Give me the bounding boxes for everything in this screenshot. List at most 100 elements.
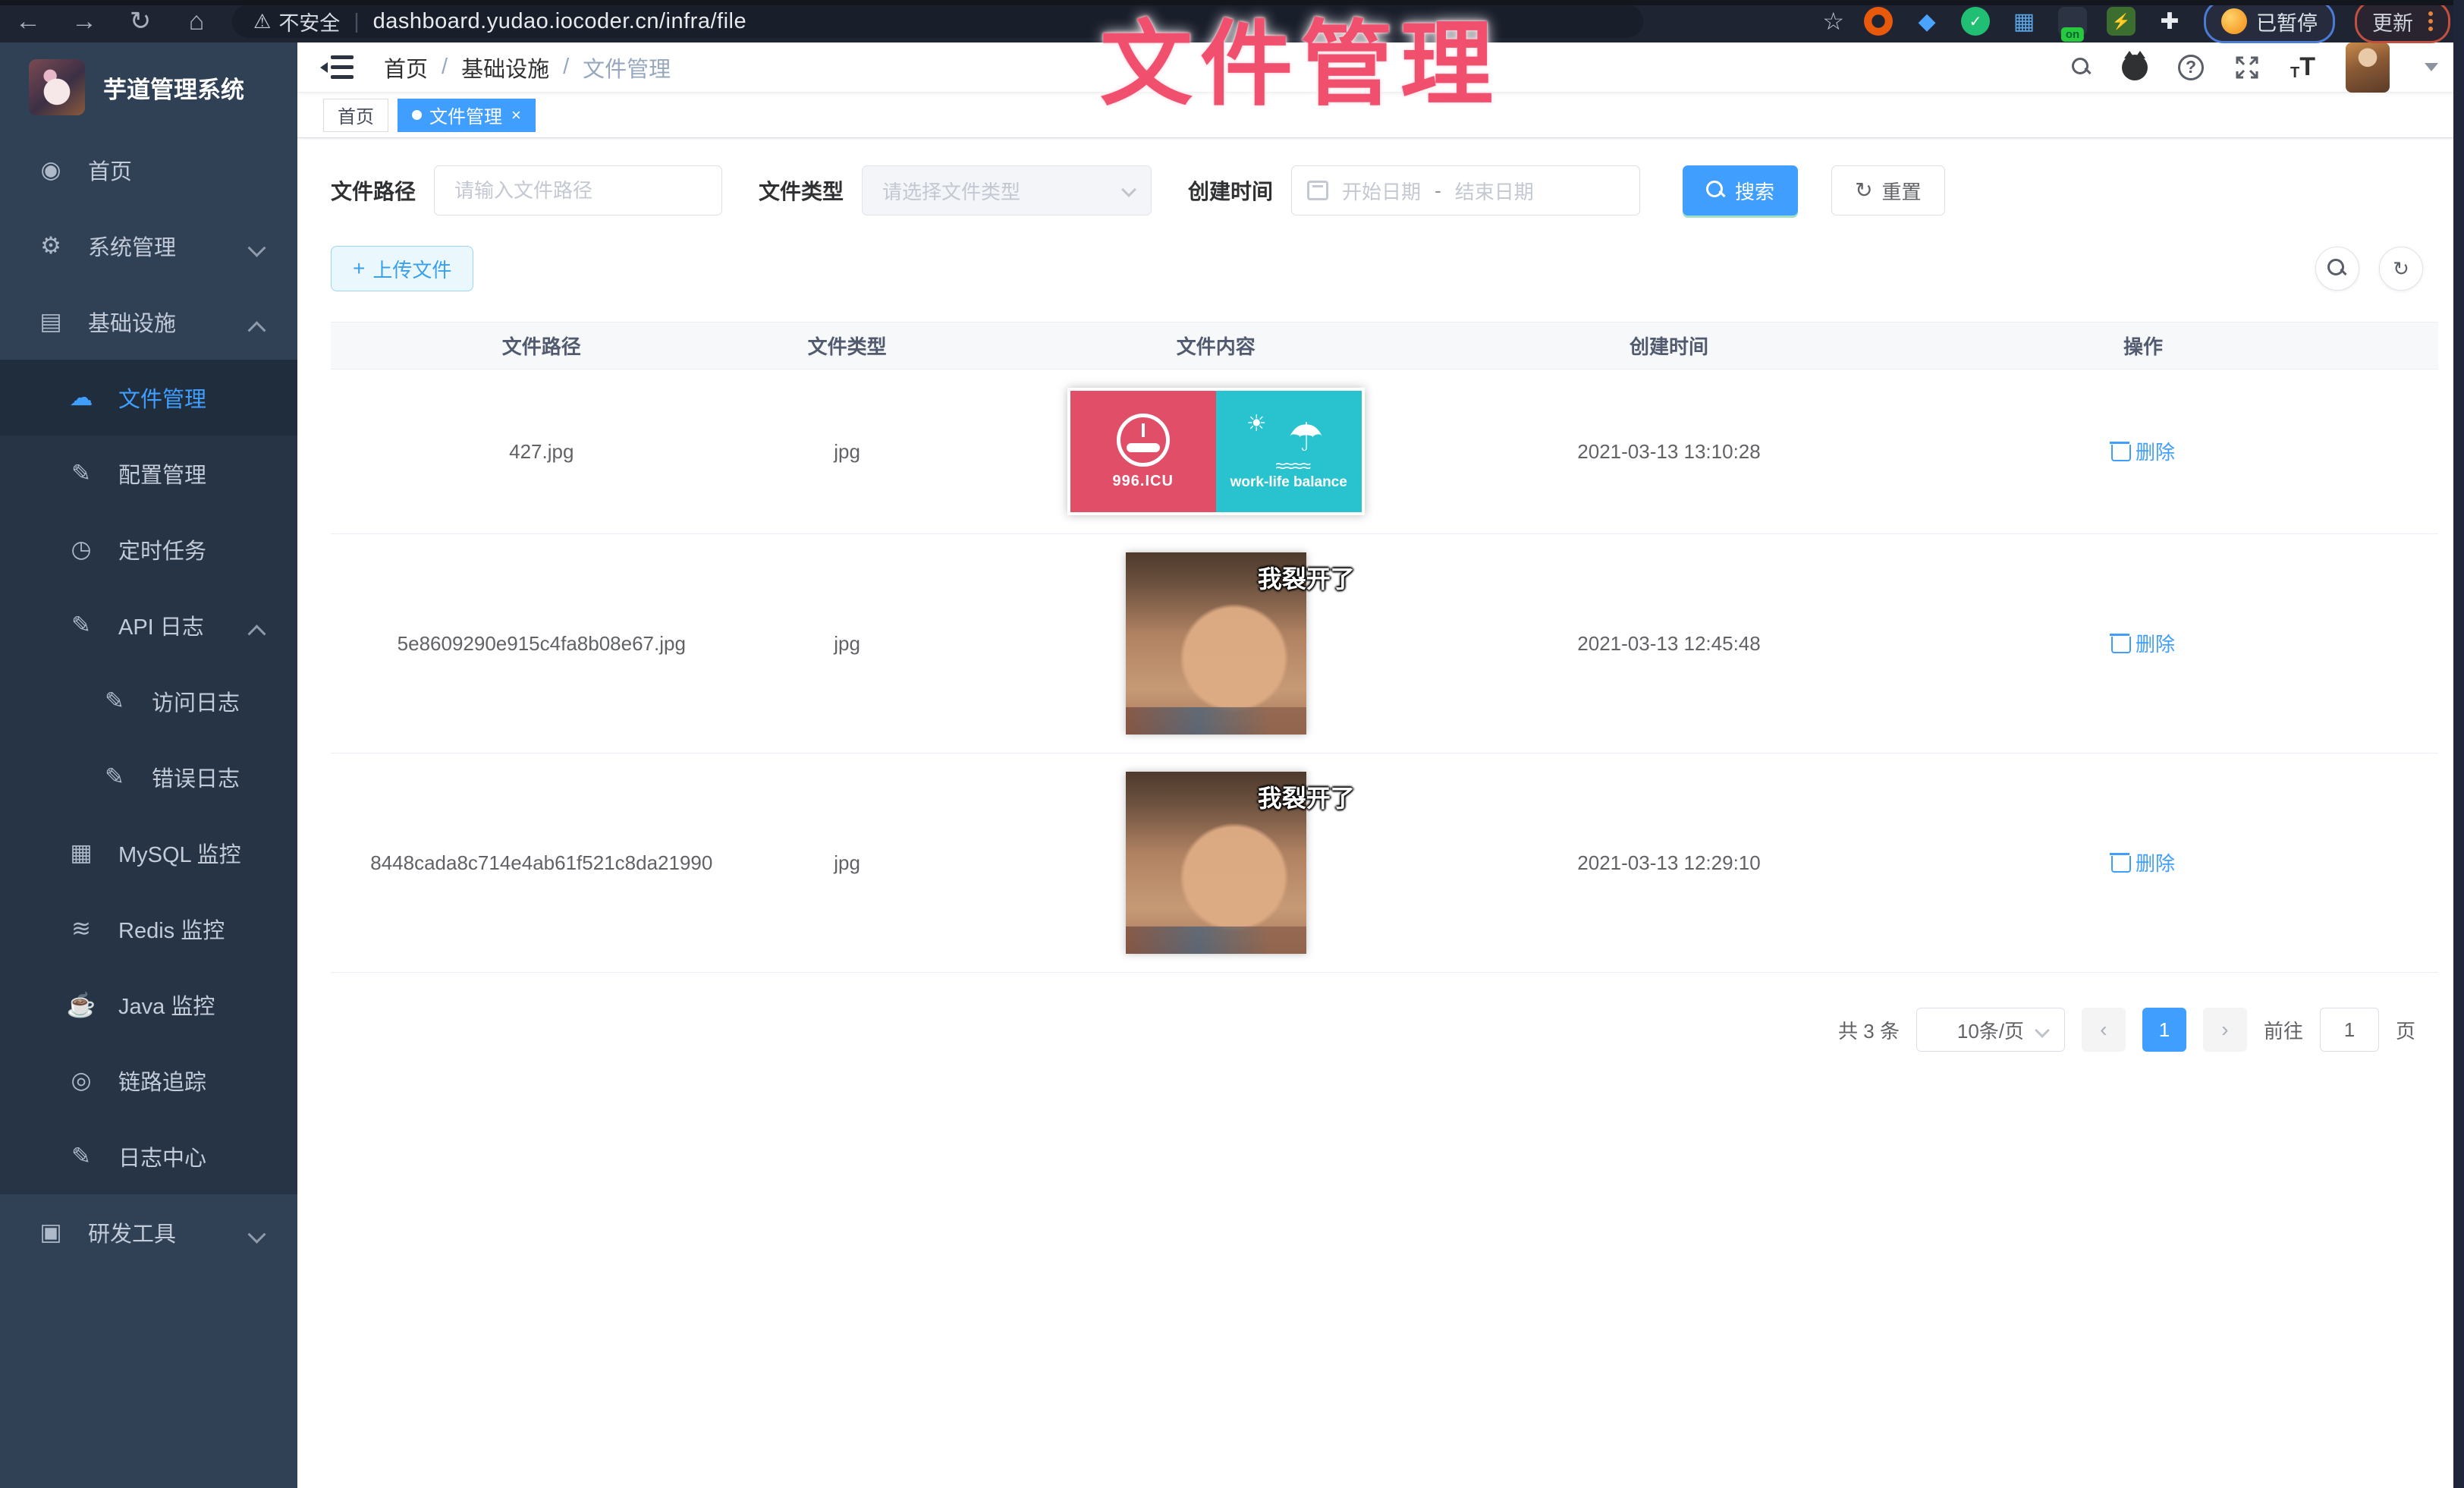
browser-home-icon[interactable]: ⌂ bbox=[168, 7, 225, 36]
user-menu-caret-icon[interactable] bbox=[2425, 63, 2438, 71]
file-path-cell: 5e8609290e915c4fa8b08e67.jpg bbox=[331, 632, 753, 656]
sidebar-item[interactable]: ⚙ 系统管理 bbox=[0, 208, 297, 284]
chevron-down-icon bbox=[1121, 182, 1136, 197]
delete-button[interactable]: 删除 bbox=[2111, 848, 2175, 876]
browser-actions: ☆ ◆ ✓ ▦ on ⚡ ✚ 已暂停 更新 bbox=[1822, 0, 2464, 43]
sidebar-item[interactable]: ◷ 定时任务 bbox=[0, 511, 297, 587]
sun-icon: ☀ bbox=[1246, 411, 1267, 437]
end-date-placeholder: 结束日期 bbox=[1455, 177, 1534, 205]
extension-orange-icon[interactable] bbox=[1864, 7, 1893, 36]
extension-gem-icon[interactable]: ◆ bbox=[1912, 7, 1941, 36]
reset-button[interactable]: ↻ 重置 bbox=[1831, 165, 1944, 215]
sidebar-item[interactable]: ✎ 访问日志 bbox=[0, 663, 297, 739]
sidebar-item[interactable]: ▣ 研发工具 bbox=[0, 1194, 297, 1270]
file-type-select[interactable]: 请选择文件类型 bbox=[862, 165, 1152, 215]
chevron-icon bbox=[250, 322, 262, 334]
page-size-select[interactable]: 10条/页 bbox=[1916, 1008, 2065, 1052]
active-tag-dot bbox=[412, 110, 422, 120]
help-icon[interactable]: ? bbox=[2178, 55, 2204, 80]
file-path-input[interactable] bbox=[434, 165, 722, 215]
996icu-banner-image[interactable]: 996.ICU ☀ ☂ ≈≈≈≈ w bbox=[1067, 388, 1365, 515]
profile-chip[interactable]: 已暂停 bbox=[2204, 0, 2335, 43]
crying-baby-meme-image[interactable]: 我裂开了 bbox=[1126, 552, 1306, 735]
trace-icon: ◎ bbox=[64, 1067, 99, 1094]
extension-switch-icon[interactable]: on bbox=[2058, 7, 2087, 36]
extensions-puzzle-icon[interactable]: ✚ bbox=[2155, 7, 2184, 36]
sidebar-item[interactable]: ◎ 链路追踪 bbox=[0, 1043, 297, 1118]
delete-label: 删除 bbox=[2136, 437, 2175, 465]
banner-left-text: 996.ICU bbox=[1113, 473, 1174, 490]
crying-baby-meme-image[interactable]: 我裂开了 bbox=[1126, 772, 1306, 954]
sidebar-item[interactable]: ▤ 基础设施 bbox=[0, 284, 297, 360]
sidebar-item[interactable]: ≋ Redis 监控 bbox=[0, 891, 297, 967]
font-size-icon[interactable]: TT bbox=[2290, 52, 2315, 82]
page-url[interactable]: dashboard.yudao.iocoder.cn/infra/file bbox=[373, 9, 746, 34]
toggle-search-button[interactable] bbox=[2315, 247, 2359, 291]
sidebar-item[interactable]: ☁ 文件管理 bbox=[0, 360, 297, 436]
tag-close-icon[interactable]: × bbox=[511, 105, 521, 125]
fullscreen-icon[interactable] bbox=[2234, 55, 2260, 80]
sidebar-item[interactable]: ✎ 日志中心 bbox=[0, 1118, 297, 1194]
dashboard-icon: ◉ bbox=[33, 156, 68, 184]
next-page-button[interactable]: › bbox=[2203, 1008, 2247, 1052]
delete-button[interactable]: 删除 bbox=[2111, 437, 2175, 465]
refresh-table-button[interactable]: ↻ bbox=[2379, 247, 2423, 291]
gear-icon: ⚙ bbox=[33, 232, 68, 260]
browser-menu-icon[interactable] bbox=[2428, 11, 2433, 31]
sidebar-item[interactable]: ✎ 配置管理 bbox=[0, 436, 297, 511]
search-button[interactable]: 搜索 bbox=[1683, 165, 1798, 215]
pagination: 共 3 条 10条/页 ‹ 1 › 前往 页 bbox=[331, 1008, 2438, 1052]
goto-page-input[interactable] bbox=[2320, 1008, 2379, 1052]
security-label[interactable]: 不安全 bbox=[278, 7, 340, 36]
app-title: 芋道管理系统 bbox=[103, 71, 244, 105]
extension-grid-icon[interactable]: ▦ bbox=[2010, 7, 2038, 36]
header-search-icon[interactable] bbox=[2072, 58, 2092, 77]
bookmark-star-icon[interactable]: ☆ bbox=[1822, 7, 1844, 36]
upload-file-button[interactable]: + 上传文件 bbox=[331, 246, 473, 291]
tag-home[interactable]: 首页 bbox=[323, 99, 388, 132]
bed-clock-icon bbox=[1117, 414, 1170, 467]
sidebar-collapse-icon[interactable] bbox=[323, 54, 355, 81]
sidebar-item[interactable]: ◉ 首页 bbox=[0, 132, 297, 208]
file-path-cell: 8448cada8c714e4ab61f521c8da21990 bbox=[331, 851, 753, 875]
browser-scrollbar[interactable] bbox=[2453, 0, 2464, 1488]
browser-forward-icon[interactable]: → bbox=[56, 7, 112, 36]
update-button[interactable]: 更新 bbox=[2355, 0, 2450, 43]
log-center-icon: ✎ bbox=[64, 1143, 99, 1170]
sidebar-item-label: 定时任务 bbox=[118, 533, 206, 565]
current-page-button[interactable]: 1 bbox=[2142, 1008, 2186, 1052]
refresh-icon: ↻ bbox=[1855, 180, 1872, 201]
search-form: 文件路径 文件类型 请选择文件类型 创建时间 开始日期 - 结束日期 搜索 bbox=[331, 165, 2438, 215]
app-logo-row[interactable]: 芋道管理系统 bbox=[0, 42, 297, 132]
browser-back-icon[interactable]: ← bbox=[0, 7, 56, 36]
breadcrumb-infra[interactable]: 基础设施 bbox=[461, 52, 549, 83]
chevron-icon bbox=[250, 246, 262, 258]
chevron-icon bbox=[250, 1232, 262, 1244]
file-content-cell: 996.ICU ☀ ☂ ≈≈≈≈ w bbox=[942, 388, 1490, 515]
upload-file-label: 上传文件 bbox=[372, 255, 451, 283]
delete-button[interactable]: 删除 bbox=[2111, 629, 2175, 657]
search-icon bbox=[1706, 181, 1726, 200]
extension-check-icon[interactable]: ✓ bbox=[1961, 7, 1990, 36]
infrastructure-icon: ▤ bbox=[33, 308, 68, 335]
github-icon[interactable] bbox=[2122, 55, 2148, 80]
sidebar-item[interactable]: ✎ API 日志 bbox=[0, 587, 297, 663]
tag-file-manage[interactable]: 文件管理 × bbox=[398, 99, 536, 132]
sidebar-item[interactable]: ☕ Java 监控 bbox=[0, 967, 297, 1043]
prev-page-button[interactable]: ‹ bbox=[2082, 1008, 2126, 1052]
user-avatar[interactable] bbox=[2346, 42, 2390, 93]
extension-leaf-icon[interactable]: ⚡ bbox=[2107, 7, 2136, 36]
create-time-cell: 2021-03-13 12:45:48 bbox=[1490, 632, 1848, 656]
sidebar-item[interactable]: ▦ MySQL 监控 bbox=[0, 815, 297, 891]
tag-home-label: 首页 bbox=[338, 102, 374, 128]
app-logo bbox=[29, 59, 85, 115]
browser-reload-icon[interactable]: ↻ bbox=[112, 6, 168, 36]
goto-label: 前往 bbox=[2264, 1016, 2303, 1044]
address-bar[interactable]: ⚠ 不安全 | dashboard.yudao.iocoder.cn/infra… bbox=[232, 5, 1643, 38]
trash-icon bbox=[2111, 633, 2129, 653]
sidebar-item-label: Redis 监控 bbox=[118, 913, 225, 945]
sidebar-item[interactable]: ✎ 错误日志 bbox=[0, 739, 297, 815]
breadcrumb-home[interactable]: 首页 bbox=[384, 52, 428, 83]
date-range-picker[interactable]: 开始日期 - 结束日期 bbox=[1291, 165, 1640, 215]
sidebar-menu: ◉ 首页 ⚙ 系统管理 ▤ 基础设施 ☁ 文 bbox=[0, 132, 297, 1270]
